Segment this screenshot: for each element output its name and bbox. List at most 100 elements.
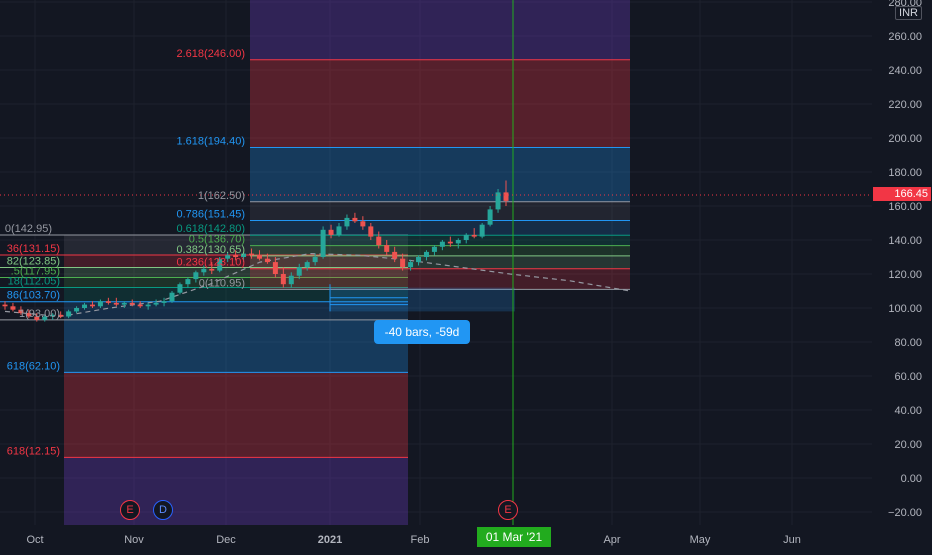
candle-body[interactable] — [471, 234, 477, 237]
candle-body[interactable] — [384, 245, 390, 252]
candle-body[interactable] — [296, 267, 302, 276]
price-axis-tick-label: 260.00 — [888, 31, 922, 43]
fib-zone — [250, 147, 630, 202]
candle-body[interactable] — [249, 253, 255, 256]
candle-body[interactable] — [256, 255, 262, 259]
candle-body[interactable] — [201, 268, 207, 273]
measure-box[interactable] — [330, 287, 515, 312]
candle-body[interactable] — [145, 304, 151, 307]
time-axis-label: May — [690, 534, 711, 546]
candle-body[interactable] — [193, 272, 199, 280]
candle-body[interactable] — [416, 257, 422, 263]
candle-body[interactable] — [153, 302, 159, 305]
fib-level-label: 18(112.05) — [8, 276, 60, 288]
candle-body[interactable] — [320, 229, 326, 257]
chart-area[interactable]: 2.618(246.00) 1.618(194.40) 1(162.50) 0.786… — [0, 0, 932, 550]
fib-zone — [64, 372, 408, 458]
measure-tooltip: -40 bars, -59d — [374, 320, 470, 344]
candle-body[interactable] — [280, 274, 286, 285]
candle-body[interactable] — [360, 221, 366, 227]
fib-level-label: 1(162.50) — [198, 190, 245, 202]
price-axis-tick-label: 0.00 — [901, 473, 922, 485]
price-axis-tick-label: 100.00 — [888, 303, 922, 315]
price-axis-tick-label: 140.00 — [888, 235, 922, 247]
candle-body[interactable] — [344, 217, 350, 227]
candle-body[interactable] — [408, 262, 414, 268]
time-axis-label: Apr — [603, 534, 620, 546]
candle-body[interactable] — [479, 224, 485, 237]
candle-body[interactable] — [400, 258, 406, 268]
currency-label[interactable]: INR — [895, 6, 922, 20]
fib-zone — [250, 201, 630, 221]
fib-zone — [250, 59, 630, 148]
candle-body[interactable] — [264, 258, 270, 263]
earnings-event-icon[interactable]: E — [498, 500, 518, 520]
time-axis-label: Oct — [26, 534, 43, 546]
fib-level-label: 1(93.00) — [19, 308, 60, 320]
fib-level-label: 36(131.15) — [7, 243, 60, 255]
candle-body[interactable] — [161, 301, 167, 303]
candle-body[interactable] — [336, 226, 342, 235]
fib-zone — [64, 319, 408, 373]
price-axis-tick-label: 120.00 — [888, 269, 922, 281]
price-axis-tick-label: 80.00 — [894, 337, 922, 349]
price-chart-canvas[interactable]: 2.618(246.00) 1.618(194.40) 1(162.50) 0.786… — [0, 0, 932, 550]
fib-level-label: 0.236(123.10) — [177, 257, 246, 269]
fib-level-label: 0.382(130.65) — [177, 244, 246, 256]
candle-body[interactable] — [89, 304, 95, 307]
candle-body[interactable] — [105, 301, 111, 303]
candle-body[interactable] — [503, 192, 509, 201]
candle-body[interactable] — [177, 284, 183, 293]
candle-body[interactable] — [312, 257, 318, 263]
earnings-event-icon[interactable]: E — [120, 500, 140, 520]
price-axis-tick-label: 160.00 — [888, 201, 922, 213]
candle-body[interactable] — [169, 292, 175, 302]
candle-body[interactable] — [113, 302, 119, 305]
candle-body[interactable] — [376, 236, 382, 246]
candle-body[interactable] — [2, 304, 8, 307]
fib-level-label: 0(110.95) — [199, 277, 245, 289]
candle-body[interactable] — [304, 262, 310, 268]
candle-body[interactable] — [97, 301, 103, 307]
candle-body[interactable] — [10, 306, 16, 310]
candle-body[interactable] — [129, 302, 135, 305]
fib-level-label: 86(103.70) — [7, 290, 60, 302]
price-axis-tick-label: 20.00 — [894, 439, 922, 451]
candle-body[interactable] — [66, 311, 72, 317]
fib-level-label: 618(62.10) — [7, 360, 60, 372]
candle-body[interactable] — [352, 217, 358, 222]
fib-level-label: 0.786(151.45) — [177, 209, 246, 221]
candle-body[interactable] — [431, 246, 437, 252]
candle-body[interactable] — [392, 251, 398, 259]
time-axis-label: Nov — [124, 534, 144, 546]
fib-level-label: 2.618(246.00) — [177, 48, 246, 60]
price-axis-tick-label: 240.00 — [888, 65, 922, 77]
candle-body[interactable] — [447, 241, 453, 244]
candle-body[interactable] — [455, 240, 461, 244]
candle-body[interactable] — [137, 304, 143, 307]
candle-body[interactable] — [121, 302, 127, 305]
fib-zone — [250, 0, 630, 60]
time-axis-label: Jun — [783, 534, 801, 546]
candle-body[interactable] — [272, 262, 278, 274]
dividend-event-icon[interactable]: D — [153, 500, 173, 520]
candle-body[interactable] — [185, 279, 191, 285]
fib-zone — [250, 245, 630, 256]
candle-body[interactable] — [209, 268, 215, 271]
time-axis-label: Feb — [411, 534, 430, 546]
price-axis-tick-label: 180.00 — [888, 167, 922, 179]
candle-body[interactable] — [439, 241, 445, 247]
candle-body[interactable] — [288, 275, 294, 285]
candle-body[interactable] — [82, 304, 88, 308]
candle-body[interactable] — [368, 226, 374, 237]
candle-body[interactable] — [463, 234, 469, 240]
time-axis-label: 2021 — [318, 534, 342, 546]
fib-zone — [250, 220, 630, 236]
candle-body[interactable] — [487, 209, 493, 225]
fib-level-label: 0(142.95) — [5, 223, 52, 235]
candle-body[interactable] — [74, 308, 80, 312]
price-axis-tick-label: −20.00 — [888, 507, 922, 519]
candle-body[interactable] — [328, 229, 334, 235]
candle-body[interactable] — [423, 251, 429, 257]
fib-level-label: 618(12.15) — [7, 445, 60, 457]
